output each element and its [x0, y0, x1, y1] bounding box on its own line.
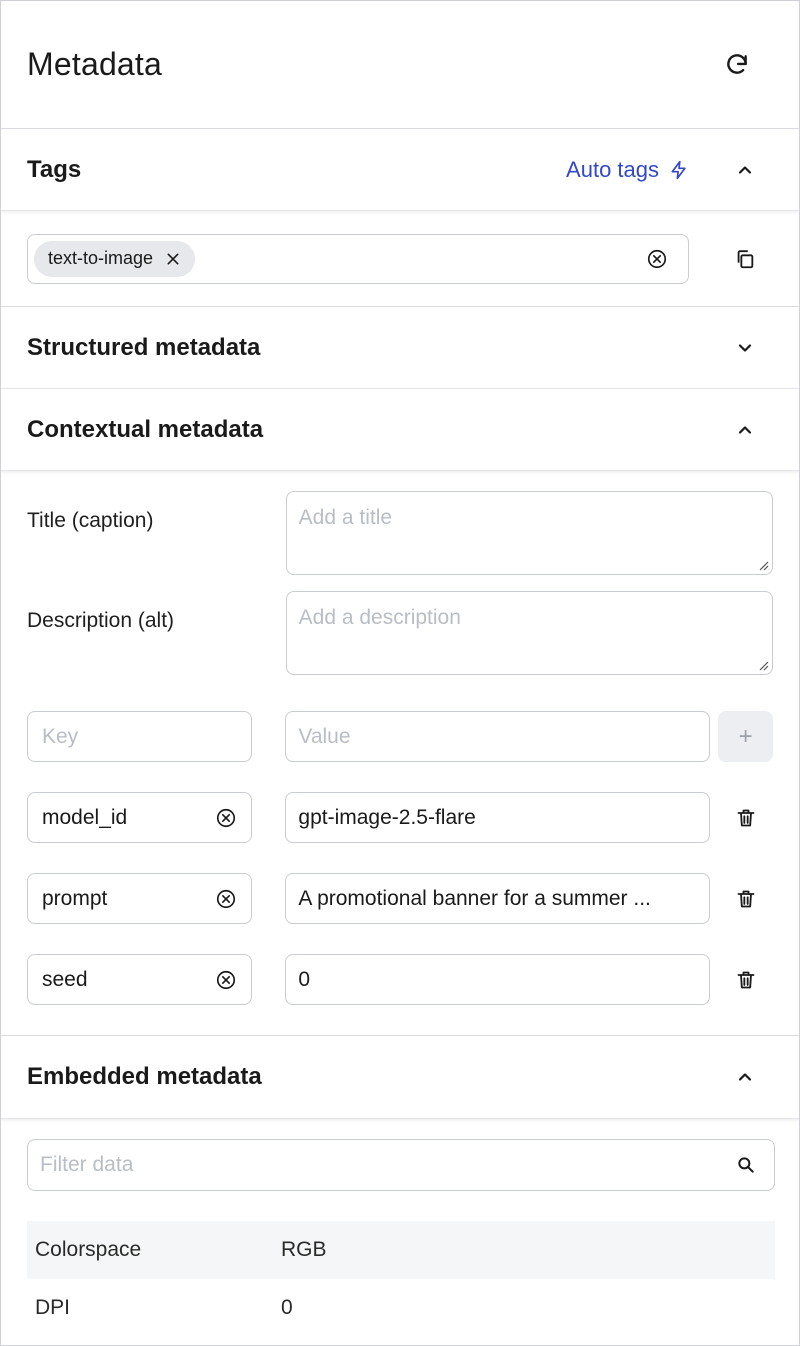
embedded-section-header[interactable]: Embedded metadata: [1, 1035, 799, 1119]
filter-input[interactable]: Filter data: [27, 1139, 775, 1191]
tags-collapse-button[interactable]: [727, 152, 763, 188]
tag-chip: text-to-image: [34, 240, 196, 277]
row-key: DPI: [35, 1296, 71, 1319]
embedded-body: Filter data Colorspace RGB DPI 0: [1, 1119, 799, 1337]
title-placeholder: Add a title: [298, 506, 393, 529]
trash-icon: [737, 971, 754, 988]
embedded-title: Embedded metadata: [27, 1063, 262, 1090]
structured-expand-button[interactable]: [727, 330, 763, 366]
description-placeholder: Add a description: [298, 606, 461, 629]
metadata-panel: Metadata Tags Auto tags text-to-image St…: [0, 0, 800, 1346]
contextual-body: Title (caption) Add a title Description …: [1, 471, 799, 1005]
title-field-label: Title (caption): [27, 509, 154, 532]
clear-tags-icon[interactable]: [646, 248, 668, 270]
resize-grip-icon[interactable]: [757, 659, 769, 671]
row-key: Colorspace: [35, 1238, 142, 1261]
chevron-up-icon: [738, 425, 752, 434]
pair-row: seed 0: [27, 954, 773, 1005]
tags-title: Tags: [27, 155, 82, 183]
pair-key-input[interactable]: model_id: [27, 792, 253, 843]
auto-tags-label: Auto tags: [566, 156, 659, 182]
key-placeholder: Key: [42, 724, 79, 748]
add-pair-button[interactable]: +: [718, 711, 773, 762]
title-field-row: Title (caption) Add a title: [27, 491, 773, 575]
resize-grip-icon[interactable]: [757, 559, 769, 571]
trash-icon: [737, 809, 754, 826]
pair-key-input[interactable]: prompt: [27, 873, 253, 924]
table-row: DPI 0: [27, 1279, 775, 1337]
embedded-table: Colorspace RGB DPI 0: [27, 1221, 775, 1337]
copy-icon: [737, 249, 754, 268]
tag-chip-label: text-to-image: [48, 248, 154, 268]
delete-pair-button[interactable]: [718, 792, 773, 843]
pair-key: prompt: [42, 886, 108, 910]
description-field-row: Description (alt) Add a description: [27, 591, 773, 675]
new-key-input[interactable]: Key: [27, 711, 253, 762]
structured-title: Structured metadata: [27, 333, 261, 361]
contextual-collapse-button[interactable]: [727, 412, 763, 448]
chevron-up-icon: [738, 1073, 752, 1081]
tags-body: text-to-image: [1, 211, 799, 307]
tags-section-header[interactable]: Tags Auto tags: [1, 129, 799, 211]
copy-tags-button[interactable]: [727, 241, 763, 277]
pair-value-input[interactable]: 0: [285, 954, 711, 1005]
pair-value: A promotional banner for a summer ...: [298, 886, 651, 910]
refresh-icon: [727, 53, 747, 74]
trash-icon: [737, 890, 754, 907]
table-row: Colorspace RGB: [27, 1221, 775, 1279]
filter-placeholder: Filter data: [40, 1153, 134, 1176]
pair-key: seed: [42, 967, 88, 991]
row-value: RGB: [281, 1238, 327, 1261]
clear-key-icon[interactable]: [215, 888, 237, 910]
chevron-down-icon: [738, 343, 752, 352]
pair-row: prompt A promotional banner for a summer…: [27, 873, 773, 924]
clear-key-icon[interactable]: [215, 969, 237, 991]
panel-header: Metadata: [1, 1, 799, 129]
delete-pair-button[interactable]: [718, 873, 773, 924]
plus-icon: +: [738, 722, 753, 750]
embedded-collapse-button[interactable]: [727, 1059, 763, 1095]
lightning-icon: [671, 160, 686, 179]
new-value-input[interactable]: Value: [285, 711, 711, 762]
value-placeholder: Value: [298, 724, 351, 748]
contextual-title: Contextual metadata: [27, 415, 264, 443]
pair-value: gpt-image-2.5-flare: [298, 805, 476, 829]
description-textarea[interactable]: Add a description: [285, 591, 773, 675]
title-textarea[interactable]: Add a title: [285, 491, 773, 575]
pair-value-input[interactable]: A promotional banner for a summer ...: [285, 873, 711, 924]
chevron-up-icon: [738, 165, 752, 174]
search-icon: [738, 1157, 754, 1173]
pair-value: 0: [298, 967, 311, 991]
tags-input[interactable]: text-to-image: [27, 233, 689, 284]
delete-pair-button[interactable]: [718, 954, 773, 1005]
auto-tags-button[interactable]: Auto tags: [566, 157, 689, 183]
refresh-button[interactable]: [719, 47, 755, 83]
remove-tag-icon[interactable]: [165, 251, 181, 267]
pair-value-input[interactable]: gpt-image-2.5-flare: [285, 792, 711, 843]
description-field-label: Description (alt): [27, 609, 175, 632]
clear-key-icon[interactable]: [215, 807, 237, 829]
page-title: Metadata: [27, 46, 163, 82]
new-pair-row: Key Value +: [27, 711, 773, 762]
structured-section-header[interactable]: Structured metadata: [1, 307, 799, 389]
pair-key: model_id: [42, 805, 128, 829]
row-value: 0: [281, 1296, 293, 1319]
contextual-section-header[interactable]: Contextual metadata: [1, 389, 799, 471]
pair-key-input[interactable]: seed: [27, 954, 253, 1005]
pair-row: model_id gpt-image-2.5-flare: [27, 792, 773, 843]
